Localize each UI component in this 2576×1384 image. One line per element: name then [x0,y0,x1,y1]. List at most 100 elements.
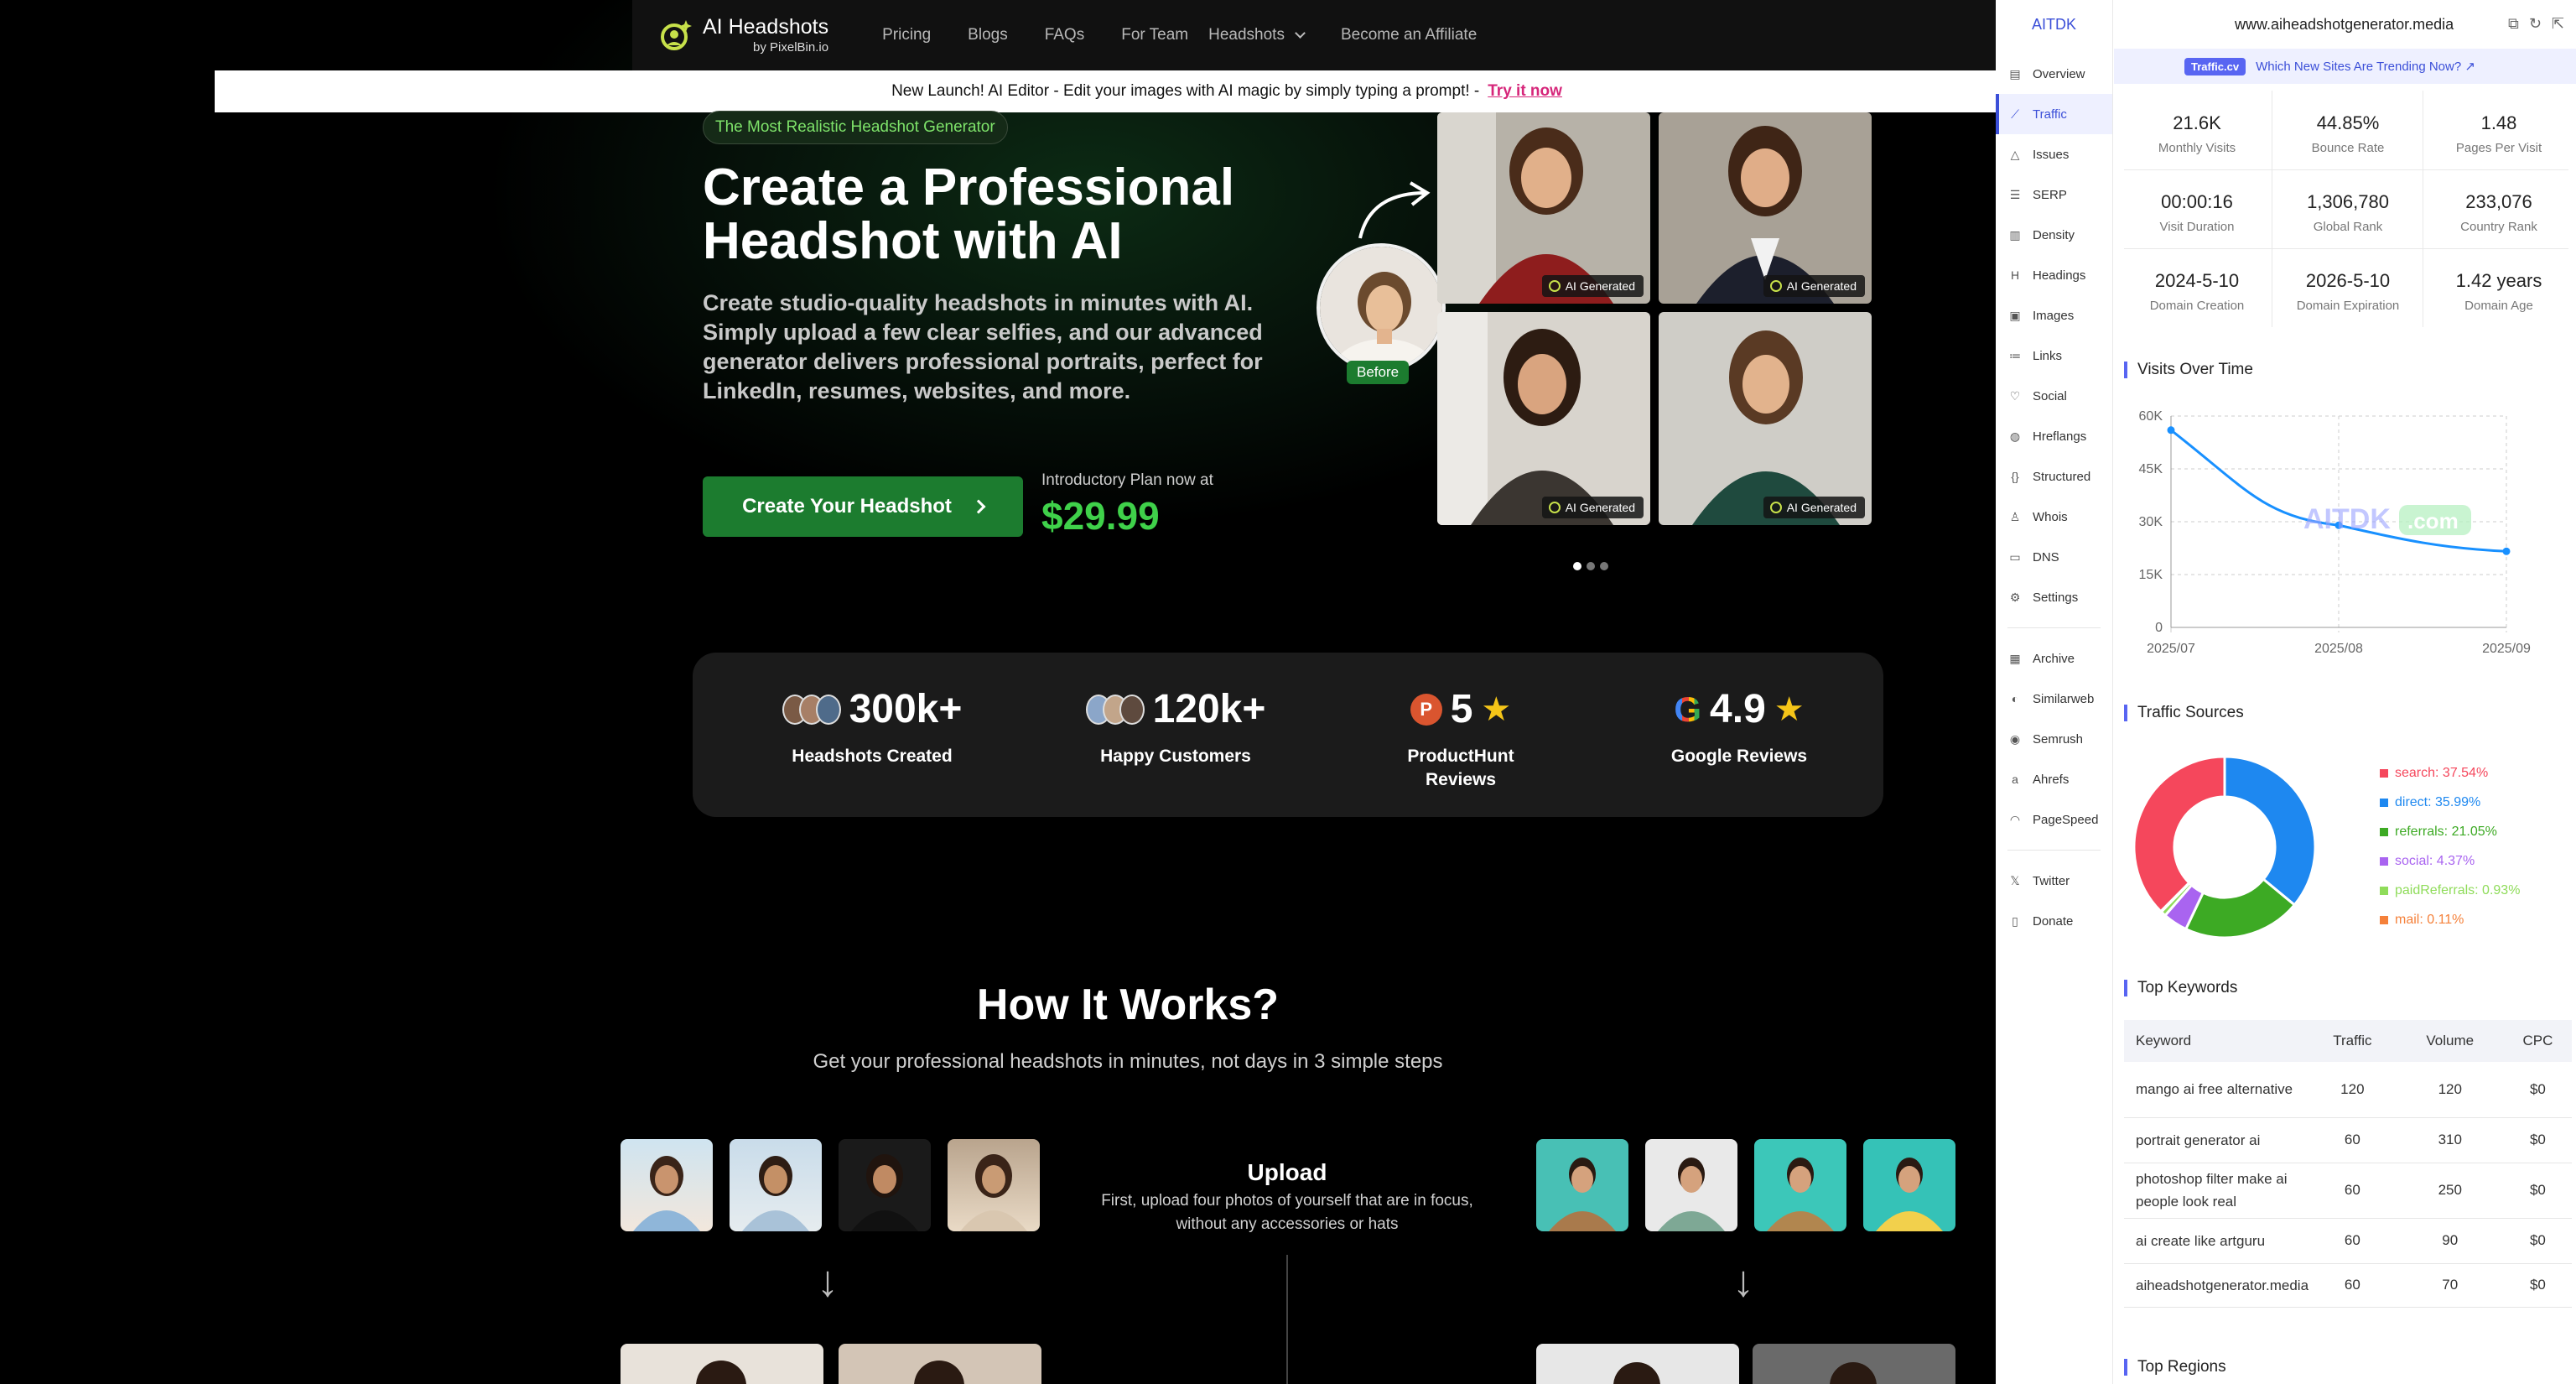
menu-item-donate[interactable]: ▯ Donate [1996,901,2112,941]
keywords-table: Keyword Traffic Volume CPC mango ai free al… [2124,1020,2572,1308]
producthunt-icon: P [1410,693,1442,726]
metric-value: 2026-5-10 [2305,270,2391,291]
menu-item-label: SERP [2033,187,2067,202]
intro-price: $29.99 [1041,494,1160,538]
menu-item-label: Ahrefs [2033,772,2070,787]
current-domain: www.aiheadshotgenerator.media [2235,15,2454,33]
legend-item[interactable]: social: 4.37% [2380,846,2520,876]
metric-bounce-rate: 44.85% Bounce Rate [2273,91,2423,169]
ai-badge-label: AI Generated [1565,279,1635,293]
ahrefs-icon: a [2012,773,2018,786]
legend-item[interactable]: referrals: 21.05% [2380,817,2520,846]
legend-item[interactable]: direct: 35.99% [2380,788,2520,817]
whois-icon: ♙ [2009,509,2021,523]
table-row: ai create like artguru 60 90 $0 [2124,1218,2572,1264]
step-divider [1286,1255,1288,1384]
menu-item-structured[interactable]: {} Structured [1996,456,2112,497]
create-headshot-button[interactable]: Create Your Headshot [703,476,1023,537]
site-logo[interactable]: AI Headshots by PixelBin.io [657,17,828,54]
table-cell: 120 [2309,1062,2397,1118]
data-point[interactable] [2167,426,2175,434]
data-point[interactable] [2502,547,2511,555]
menu-item-label: Links [2033,348,2063,363]
table-cell: 60 [2309,1163,2397,1219]
metric-value: 233,076 [2465,191,2532,212]
carousel-dot[interactable] [1587,562,1595,570]
table-header: Keyword [2124,1020,2309,1062]
menu-item-twitter[interactable]: 𝕏 Twitter [1996,861,2112,901]
menu-item-label: Headings [2033,268,2086,283]
carousel-dot[interactable] [1573,562,1581,570]
nav-blogs[interactable]: Blogs [968,26,1008,44]
aitdk-extension-panel: AITDK ▤ Overview ⟋ Traffic △ Issues ☰ SERP ▥ Dens… [1996,0,2576,1384]
try-it-now-link[interactable]: Try it now [1488,82,1562,101]
watermark-suffix: .com [2407,508,2459,533]
refresh-icon[interactable]: ↻ [2529,15,2542,33]
menu-item-serp[interactable]: ☰ SERP [1996,174,2112,215]
open-external-icon[interactable]: ⇱ [2552,15,2564,33]
pie-slice[interactable] [2223,755,2317,907]
menu-item-label: Density [2033,227,2075,242]
menu-separator [2007,850,2101,851]
legend-label: paidReferrals: 0.93% [2395,882,2521,898]
pie-slice[interactable] [2132,755,2226,913]
selfie-thumbnail [1645,1139,1737,1231]
legend-item[interactable]: paidReferrals: 0.93% [2380,876,2520,905]
selfie-thumbnail [1536,1139,1628,1231]
menu-item-similarweb[interactable]: ◐ Similarweb [1996,679,2112,719]
menu-item-hreflangs[interactable]: ◍ Hreflangs [1996,416,2112,456]
menu-item-whois[interactable]: ♙ Whois [1996,497,2112,537]
menu-item-ahrefs[interactable]: a Ahrefs [1996,759,2112,799]
menu-item-social[interactable]: ♡ Social [1996,376,2112,416]
menu-item-label: Settings [2033,590,2079,605]
menu-item-archive[interactable]: ▦ Archive [1996,638,2112,679]
menu-item-overview[interactable]: ▤ Overview [1996,54,2112,94]
table-cell: 60 [2309,1218,2397,1264]
legend-swatch [2380,915,2388,924]
nav-for-team[interactable]: For Team [1121,26,1188,44]
similarweb-icon: ◐ [2011,692,2019,705]
stats-bar: 300k+ Headshots Created 120k+ Happy Cust… [693,653,1883,817]
menu-item-pagespeed[interactable]: ◠ PageSpeed [1996,799,2112,840]
table-cell: $0 [2503,1117,2572,1163]
promo-banner[interactable]: Traffic.cv Which New Sites Are Trending … [2114,49,2576,84]
nav-pricing[interactable]: Pricing [882,26,931,44]
promo-tag: Traffic.cv [2184,57,2246,75]
y-tick-label: 15K [2139,568,2163,582]
menu-item-settings[interactable]: ⚙ Settings [1996,577,2112,617]
menu-item-links[interactable]: ≔ Links [1996,336,2112,376]
menu-item-label: Donate [2033,913,2074,929]
ai-badge-label: AI Generated [1786,501,1857,514]
nav-affiliate[interactable]: Become an Affiliate [1341,26,1477,44]
headshot-photo: AI Generated [1437,112,1650,304]
menu-item-issues[interactable]: △ Issues [1996,134,2112,174]
metric-monthly-visits: 21.6K Monthly Visits [2122,91,2272,169]
metric-domain-age: 1.42 years Domain Age [2424,248,2573,327]
nav-faqs[interactable]: FAQs [1045,26,1085,44]
stat-value: 4.9 [1710,687,1766,731]
stat-value: 120k+ [1152,687,1266,731]
menu-item-traffic[interactable]: ⟋ Traffic [1996,94,2112,134]
intro-plan-text: Introductory Plan now at [1041,471,1213,489]
menu-item-dns[interactable]: ▭ DNS [1996,537,2112,577]
menu-item-headings[interactable]: H Headings [1996,255,2112,295]
x-tick-label: 2025/07 [2147,642,2195,656]
legend-item[interactable]: mail: 0.11% [2380,905,2520,934]
carousel-dot[interactable] [1600,562,1608,570]
stat-label: ProductHunt Reviews [1407,747,1514,789]
copy-icon[interactable]: ⧉ [2508,15,2519,33]
metric-label: Domain Age [2464,299,2533,313]
menu-item-images[interactable]: ▣ Images [1996,295,2112,336]
menu-item-density[interactable]: ▥ Density [1996,215,2112,255]
menu-item-semrush[interactable]: ◉ Semrush [1996,719,2112,759]
density-icon: ▥ [2009,227,2021,242]
legend-item[interactable]: search: 37.54% [2380,758,2520,788]
table-header: Volume [2396,1020,2504,1062]
extension-brand[interactable]: AITDK [1996,0,2112,49]
nav-headshots-dropdown[interactable]: Headshots [1208,26,1306,44]
aitdk-watermark: AITDK [2303,503,2391,535]
headshot-photo: AI Generated [1437,312,1650,525]
y-tick-label: 0 [2155,621,2163,635]
overview-icon: ▤ [2009,66,2021,81]
menu-item-label: Structured [2033,469,2091,484]
